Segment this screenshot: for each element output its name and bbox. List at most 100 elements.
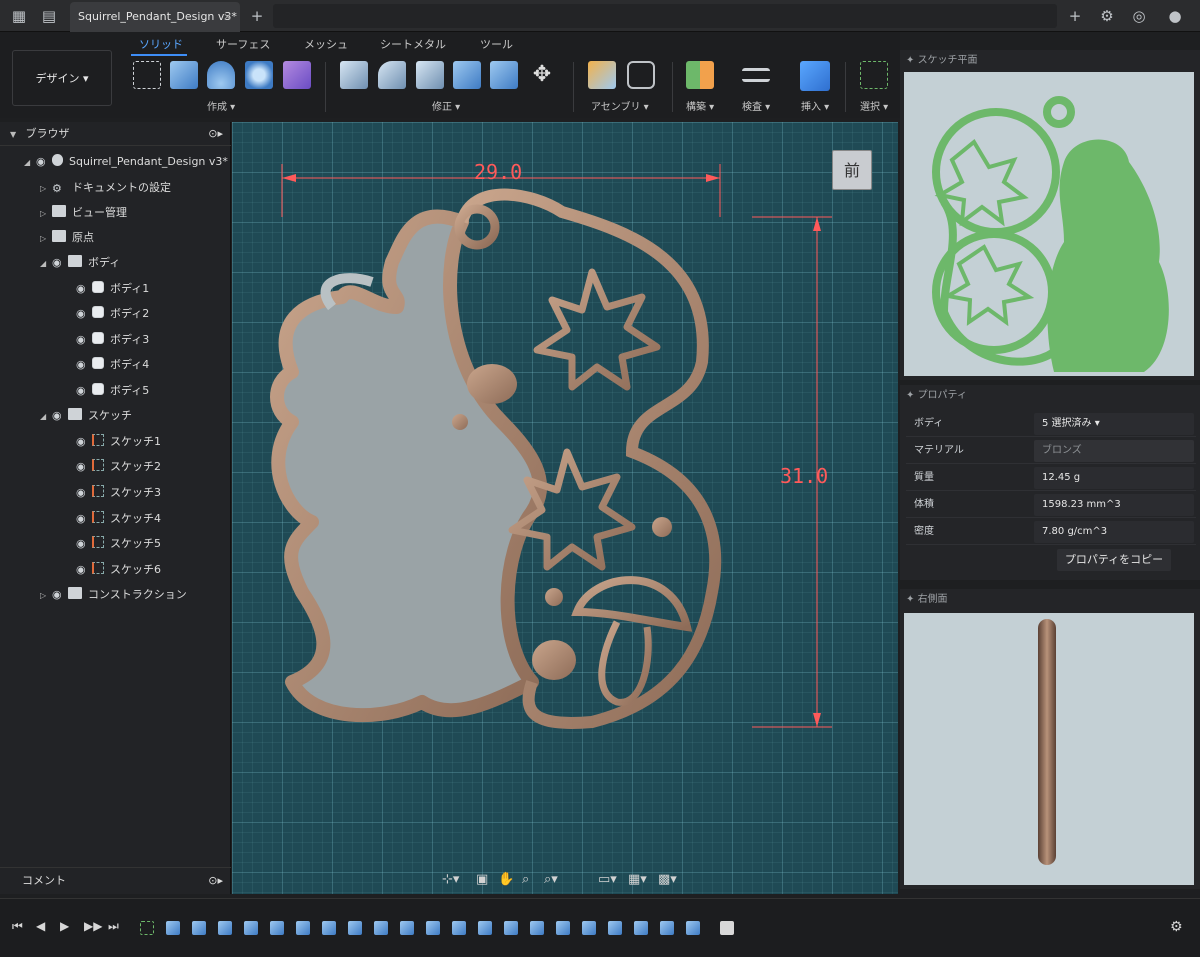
tree-item-bodies[interactable]: ◢ ◉ ボディ [40, 253, 120, 273]
group-inspect[interactable]: 検査 ▾ [742, 98, 770, 113]
first-step-icon[interactable]: ⏮ [12, 919, 23, 934]
tree-item-body[interactable]: ◉ ボディ5 [76, 381, 149, 401]
gear-icon[interactable]: ⚙ [1096, 6, 1118, 26]
caret-icon[interactable]: ▷ [40, 586, 52, 606]
file-icon[interactable]: ▤ [38, 6, 60, 26]
eye-icon[interactable]: ◉ [36, 152, 52, 172]
timeline-feature-item[interactable] [270, 921, 284, 935]
timeline-sketch-item[interactable] [140, 921, 154, 935]
timeline-feature-item[interactable] [556, 921, 570, 935]
group-select[interactable]: 選択 ▾ [860, 98, 888, 113]
grid-settings-icon[interactable]: ▦▾ [628, 872, 647, 887]
select-icon[interactable] [860, 61, 888, 89]
tree-item-sketch[interactable]: ◉ スケッチ3 [76, 483, 161, 503]
pattern-icon[interactable] [283, 61, 311, 89]
sketch-plane-preview[interactable] [904, 72, 1194, 376]
tree-item-body[interactable]: ◉ ボディ4 [76, 355, 149, 375]
play-icon[interactable]: ▶ [60, 919, 69, 933]
tree-item-sketches[interactable]: ◢ ◉ スケッチ [40, 406, 132, 426]
eye-icon[interactable]: ◉ [76, 381, 92, 401]
timeline-feature-item[interactable] [322, 921, 336, 935]
next-step-icon[interactable]: ▶▶ [84, 919, 102, 933]
group-assemble[interactable]: アセンブリ ▾ [591, 98, 649, 113]
eye-icon[interactable]: ◉ [52, 253, 68, 273]
eye-icon[interactable]: ◉ [76, 457, 92, 477]
timeline-feature-item[interactable] [426, 921, 440, 935]
tree-item-construction[interactable]: ▷ ◉ コンストラクション [40, 585, 187, 605]
new-component-icon[interactable] [588, 61, 616, 89]
timeline-feature-item[interactable] [582, 921, 596, 935]
tree-item-body[interactable]: ◉ ボディ3 [76, 330, 149, 350]
timeline-marker-item[interactable] [720, 921, 734, 935]
timeline-feature-item[interactable] [296, 921, 310, 935]
viewports-icon[interactable]: ▩▾ [658, 872, 677, 887]
caret-icon[interactable]: ◢ [40, 254, 52, 274]
eye-icon[interactable]: ◉ [52, 406, 68, 426]
tree-item-sketch[interactable]: ◉ スケッチ1 [76, 432, 161, 452]
eye-icon[interactable]: ◉ [76, 509, 92, 529]
timeline-feature-item[interactable] [218, 921, 232, 935]
grid-icon[interactable]: ▦ [8, 6, 30, 26]
eye-icon[interactable]: ◉ [76, 560, 92, 580]
eye-icon[interactable]: ◉ [52, 585, 68, 605]
timeline-feature-item[interactable] [634, 921, 648, 935]
workspace-dropdown[interactable]: デザイン ▾ [12, 50, 112, 106]
revolve-icon[interactable] [207, 61, 235, 89]
options-icon[interactable]: ⊙▸ [208, 122, 223, 146]
tab-surface[interactable]: サーフェス [216, 36, 270, 52]
collapse-icon[interactable]: ▼ [10, 123, 22, 147]
gear-icon[interactable]: ⚙ [1170, 919, 1183, 935]
last-step-icon[interactable]: ⏭ [108, 919, 119, 934]
3d-viewport[interactable]: 前 29.0 31.0 ⊹▾ ▣ ✋ ⌕ ⌕▾ ▭▾ ▦▾ ▩▾ [232, 122, 898, 894]
look-at-icon[interactable]: ▣ [476, 872, 488, 887]
previous-step-icon[interactable]: ◀ [36, 919, 45, 933]
view-cube[interactable]: 前 [832, 150, 872, 190]
timeline-feature-item[interactable] [400, 921, 414, 935]
timeline-feature-item[interactable] [660, 921, 674, 935]
press-pull-icon[interactable] [340, 61, 368, 89]
timeline-feature-item[interactable] [166, 921, 180, 935]
tree-item-origin[interactable]: ▷ 原点 [40, 228, 94, 248]
tab-sheet-metal[interactable]: シートメタル [380, 36, 446, 52]
tree-item-document-settings[interactable]: ▷ ⚙ ドキュメントの設定 [40, 178, 171, 198]
measure-icon[interactable] [742, 68, 770, 82]
timeline-feature-item[interactable] [192, 921, 206, 935]
caret-icon[interactable]: ◢ [40, 407, 52, 427]
help-icon[interactable]: ◎ [1128, 6, 1150, 26]
sweep-icon[interactable] [245, 61, 273, 89]
tree-item-named-views[interactable]: ▷ ビュー管理 [40, 203, 127, 223]
timeline-feature-item[interactable] [608, 921, 622, 935]
orbit-icon[interactable]: ⊹▾ [442, 872, 459, 887]
eye-icon[interactable]: ◉ [76, 355, 92, 375]
tree-item-sketch[interactable]: ◉ スケッチ5 [76, 534, 161, 554]
body-selection-dropdown[interactable]: 5 選択済み ▾ [1034, 413, 1194, 435]
display-settings-icon[interactable]: ▭▾ [598, 872, 617, 887]
eye-icon[interactable]: ◉ [76, 534, 92, 554]
joint-icon[interactable] [627, 61, 655, 89]
dimension-width[interactable]: 29.0 [474, 160, 522, 184]
options-icon[interactable]: ⊙▸ [208, 868, 223, 894]
tab-solid[interactable]: ソリッド [139, 36, 183, 52]
timeline-feature-item[interactable] [452, 921, 466, 935]
add-tab-button[interactable]: + [246, 6, 268, 26]
tree-root[interactable]: ◢ ◉ Squirrel_Pendant_Design v3* [24, 152, 228, 172]
plane-icon[interactable] [686, 61, 714, 89]
caret-icon[interactable]: ▷ [40, 204, 52, 224]
fit-icon[interactable]: ⌕▾ [544, 872, 558, 887]
tree-item-body[interactable]: ◉ ボディ1 [76, 279, 149, 299]
eye-icon[interactable]: ◉ [76, 432, 92, 452]
chamfer-icon[interactable] [416, 61, 444, 89]
user-icon[interactable]: ● [1164, 6, 1186, 26]
fillet-icon[interactable] [378, 61, 406, 89]
move-icon[interactable]: ✥ [528, 61, 556, 89]
extrude-icon[interactable] [170, 61, 198, 89]
tab-mesh[interactable]: メッシュ [304, 36, 348, 52]
tree-item-sketch[interactable]: ◉ スケッチ4 [76, 509, 161, 529]
shell-icon[interactable] [453, 61, 481, 89]
group-construct[interactable]: 構築 ▾ [686, 98, 714, 113]
tree-item-body[interactable]: ◉ ボディ2 [76, 304, 149, 324]
tree-item-sketch[interactable]: ◉ スケッチ6 [76, 560, 161, 580]
pan-icon[interactable]: ✋ [498, 872, 514, 887]
caret-icon[interactable]: ▷ [40, 179, 52, 199]
tree-item-sketch[interactable]: ◉ スケッチ2 [76, 457, 161, 477]
